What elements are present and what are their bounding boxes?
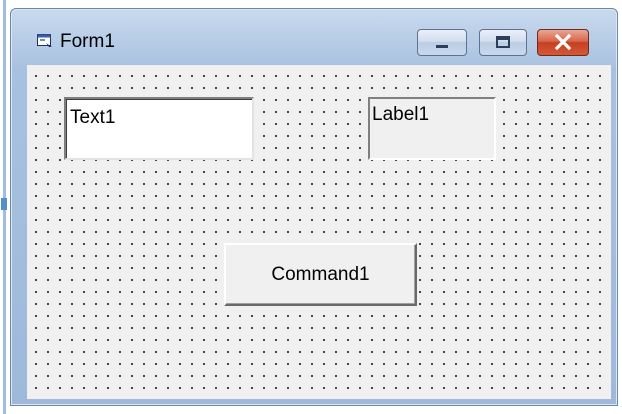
title-bar[interactable]: Form1 xyxy=(11,9,617,63)
form-icon xyxy=(37,34,52,47)
minimize-button[interactable] xyxy=(417,29,467,56)
command1-button[interactable]: Command1 xyxy=(224,243,417,306)
form-window: Form1 Text1 Label1 Command1 xyxy=(10,8,618,406)
maximize-button[interactable] xyxy=(479,29,527,56)
label1-caption: Label1 xyxy=(372,104,430,125)
text1-textbox[interactable]: Text1 xyxy=(64,97,254,160)
window-title: Form1 xyxy=(60,31,115,52)
command1-caption: Command1 xyxy=(271,263,370,285)
text1-value: Text1 xyxy=(70,107,116,128)
label1-label[interactable]: Label1 xyxy=(368,97,496,160)
close-button[interactable] xyxy=(537,29,589,56)
resize-handle[interactable] xyxy=(1,198,7,210)
minimize-icon xyxy=(436,45,448,48)
maximize-icon xyxy=(496,36,510,48)
close-icon xyxy=(554,33,572,51)
